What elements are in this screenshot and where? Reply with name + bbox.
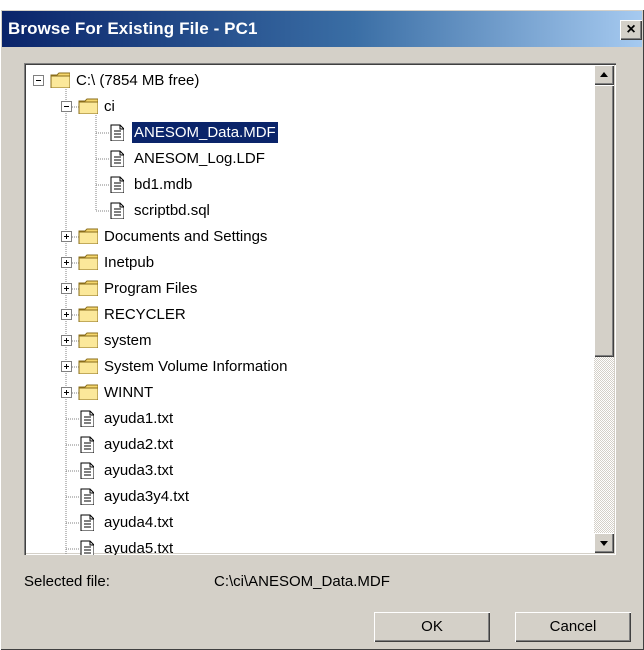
file-icon bbox=[80, 462, 94, 479]
tree-item-label-selected: ANESOM_Data.MDF bbox=[131, 121, 279, 144]
tree-item-label: ayuda5.txt bbox=[104, 540, 174, 555]
plus-box-icon[interactable] bbox=[61, 283, 72, 294]
selected-file-label: Selected file: bbox=[24, 573, 110, 590]
file-icon bbox=[80, 488, 94, 505]
arrow-down-icon bbox=[600, 541, 608, 546]
tree-item-label: WINNT bbox=[104, 384, 154, 401]
tree-item-label: ci bbox=[104, 98, 115, 115]
file-icon bbox=[110, 202, 124, 219]
folder-icon bbox=[78, 228, 98, 244]
tree-item-label: ayuda4.txt bbox=[104, 514, 174, 531]
file-icon bbox=[110, 176, 124, 193]
folder-icon bbox=[78, 384, 98, 400]
tree-file-item[interactable]: ayuda3.txt bbox=[24, 459, 594, 483]
tree-item-label: C:\ (7854 MB free) bbox=[76, 72, 200, 89]
scroll-down-button[interactable] bbox=[594, 533, 614, 553]
tree-item-label: ayuda3y4.txt bbox=[104, 488, 190, 505]
tree-file-item[interactable]: ayuda2.txt bbox=[24, 433, 594, 457]
tree-folder-item[interactable]: system bbox=[24, 329, 594, 353]
file-icon bbox=[80, 436, 94, 453]
close-button[interactable]: × bbox=[620, 20, 642, 40]
file-icon bbox=[80, 514, 94, 531]
window-title: Browse For Existing File - PC1 bbox=[8, 19, 258, 38]
tree-folder-item[interactable]: WINNT bbox=[24, 381, 594, 405]
tree-folder-item[interactable]: C:\ (7854 MB free) bbox=[24, 69, 594, 93]
file-tree: C:\ (7854 MB free) ci ANESOM_Data.MDF ANESO… bbox=[24, 63, 616, 555]
tree-item-label: System Volume Information bbox=[104, 358, 288, 375]
tree-item-label: Documents and Settings bbox=[104, 228, 268, 245]
folder-icon bbox=[78, 332, 98, 348]
browse-dialog: Browse For Existing File - PC1 × C:\ (78… bbox=[0, 9, 644, 650]
tree-folder-item[interactable]: Documents and Settings bbox=[24, 225, 594, 249]
tree-item-label: ayuda1.txt bbox=[104, 410, 174, 427]
tree-item-label: ayuda2.txt bbox=[104, 436, 174, 453]
selected-file-path: C:\ci\ANESOM_Data.MDF bbox=[214, 573, 390, 590]
vertical-scrollbar[interactable] bbox=[594, 65, 614, 553]
tree-item-label: ayuda3.txt bbox=[104, 462, 174, 479]
file-icon bbox=[110, 150, 124, 167]
scroll-thumb[interactable] bbox=[594, 85, 614, 357]
title-bar[interactable]: Browse For Existing File - PC1 × bbox=[2, 11, 642, 47]
tree-file-item[interactable]: ayuda3y4.txt bbox=[24, 485, 594, 509]
minus-box-icon[interactable] bbox=[33, 75, 44, 86]
tree-file-item[interactable]: ANESOM_Log.LDF bbox=[24, 147, 594, 171]
plus-box-icon[interactable] bbox=[61, 309, 72, 320]
tree-folder-item[interactable]: Program Files bbox=[24, 277, 594, 301]
plus-box-icon[interactable] bbox=[61, 231, 72, 242]
tree-file-item[interactable]: ayuda5.txt bbox=[24, 537, 594, 555]
plus-box-icon[interactable] bbox=[61, 361, 72, 372]
folder-icon bbox=[50, 72, 70, 88]
minus-box-icon[interactable] bbox=[61, 101, 72, 112]
file-icon bbox=[80, 540, 94, 555]
plus-box-icon[interactable] bbox=[61, 335, 72, 346]
tree-item-label: bd1.mdb bbox=[134, 176, 193, 193]
ok-button[interactable]: OK bbox=[374, 612, 490, 642]
tree-folder-item[interactable]: RECYCLER bbox=[24, 303, 594, 327]
file-icon bbox=[80, 410, 94, 427]
tree-file-item[interactable]: ayuda1.txt bbox=[24, 407, 594, 431]
plus-box-icon[interactable] bbox=[61, 387, 72, 398]
tree-file-item[interactable]: scriptbd.sql bbox=[24, 199, 594, 223]
file-icon bbox=[110, 124, 124, 141]
tree-item-label: RECYCLER bbox=[104, 306, 186, 323]
tree-folder-item[interactable]: ci bbox=[24, 95, 594, 119]
tree-item-label: Program Files bbox=[104, 280, 198, 297]
folder-icon bbox=[78, 358, 98, 374]
scroll-up-button[interactable] bbox=[594, 65, 614, 85]
tree-item-label: Inetpub bbox=[104, 254, 155, 271]
arrow-up-icon bbox=[600, 72, 608, 77]
close-icon: × bbox=[626, 21, 636, 38]
cancel-button[interactable]: Cancel bbox=[515, 612, 631, 642]
tree-folder-item[interactable]: Inetpub bbox=[24, 251, 594, 275]
tree-item-label: scriptbd.sql bbox=[134, 202, 210, 219]
tree-file-item[interactable]: ANESOM_Data.MDF bbox=[24, 121, 594, 145]
tree-file-item[interactable]: ayuda4.txt bbox=[24, 511, 594, 535]
tree-folder-item[interactable]: System Volume Information bbox=[24, 355, 594, 379]
folder-icon bbox=[78, 98, 98, 114]
folder-icon bbox=[78, 306, 98, 322]
tree-item-label: ANESOM_Log.LDF bbox=[134, 150, 265, 167]
folder-icon bbox=[78, 280, 98, 296]
plus-box-icon[interactable] bbox=[61, 257, 72, 268]
tree-file-item[interactable]: bd1.mdb bbox=[24, 173, 594, 197]
folder-icon bbox=[78, 254, 98, 270]
tree-item-label: system bbox=[104, 332, 152, 349]
